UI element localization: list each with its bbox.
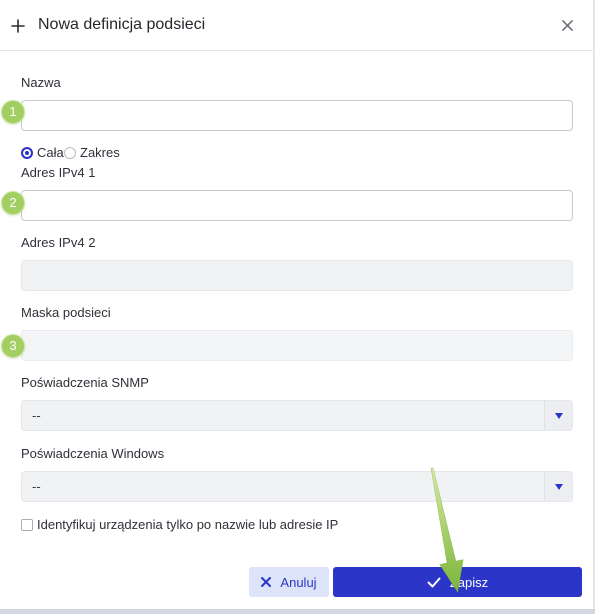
page-bottom-edge xyxy=(0,609,595,614)
caret-down-icon xyxy=(554,412,563,419)
windows-credentials-value: -- xyxy=(32,479,41,494)
plus-icon xyxy=(11,19,25,33)
snmp-dropdown-toggle[interactable] xyxy=(544,401,572,430)
ipv4-address-2-input[interactable] xyxy=(21,260,573,291)
cancel-button[interactable]: Anuluj xyxy=(249,567,329,597)
dialog-header: Nowa definicja podsieci xyxy=(0,0,593,51)
name-label: Nazwa xyxy=(21,75,61,90)
x-icon xyxy=(261,577,272,587)
save-button-label: Zapisz xyxy=(449,574,489,590)
identify-by-name-option[interactable]: Identyfikuj urządzenia tylko po nazwie l… xyxy=(21,517,338,533)
windows-credentials-select[interactable]: -- xyxy=(21,471,573,502)
ipv4-address-2-label: Adres IPv4 2 xyxy=(21,235,96,250)
cancel-button-label: Anuluj xyxy=(280,574,317,590)
subnet-definition-dialog: Nowa definicja podsieci Nazwa Cała Zakre… xyxy=(0,0,595,609)
snmp-credentials-select[interactable]: -- xyxy=(21,400,573,431)
dialog-title: Nowa definicja podsieci xyxy=(38,16,206,33)
radio-whole-label: Cała xyxy=(37,145,64,160)
windows-credentials-label: Poświadczenia Windows xyxy=(21,446,165,461)
subnet-mask-input[interactable] xyxy=(21,330,573,361)
radio-range[interactable]: Zakres xyxy=(64,145,120,161)
radio-range-label: Zakres xyxy=(80,145,120,160)
close-icon xyxy=(561,19,573,31)
radio-whole[interactable]: Cała xyxy=(21,145,64,161)
snmp-credentials-value: -- xyxy=(32,408,41,423)
annotation-marker-3: 3 xyxy=(2,335,24,357)
snmp-credentials-label: Poświadczenia SNMP xyxy=(21,375,149,390)
ipv4-address-1-label: Adres IPv4 1 xyxy=(21,165,96,180)
name-input[interactable] xyxy=(21,100,573,131)
save-button[interactable]: Zapisz xyxy=(333,567,582,597)
identify-by-name-label: Identyfikuj urządzenia tylko po nazwie l… xyxy=(37,517,339,532)
identify-by-name-checkbox[interactable] xyxy=(21,519,33,531)
check-icon xyxy=(427,577,441,587)
annotation-marker-2: 2 xyxy=(2,192,24,214)
ipv4-address-1-input[interactable] xyxy=(21,190,573,221)
caret-down-icon xyxy=(554,483,563,490)
radio-range-circle[interactable] xyxy=(64,147,76,159)
close-button[interactable] xyxy=(557,15,577,35)
annotation-marker-1: 1 xyxy=(2,101,24,123)
subnet-mask-label: Maska podsieci xyxy=(21,305,111,320)
windows-dropdown-toggle[interactable] xyxy=(544,472,572,501)
radio-whole-circle[interactable] xyxy=(21,147,33,159)
